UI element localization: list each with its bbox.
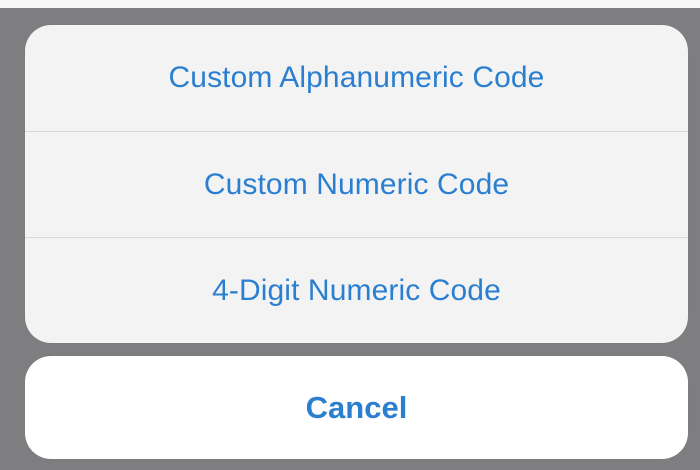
custom-alphanumeric-code-option[interactable]: Custom Alphanumeric Code xyxy=(25,25,688,131)
custom-numeric-code-option[interactable]: Custom Numeric Code xyxy=(25,131,688,237)
top-strip xyxy=(0,0,700,8)
screen: Custom Alphanumeric Code Custom Numeric … xyxy=(0,0,700,470)
cancel-label: Cancel xyxy=(305,390,408,425)
passcode-options-sheet: Custom Alphanumeric Code Custom Numeric … xyxy=(25,25,688,343)
four-digit-numeric-code-option[interactable]: 4-Digit Numeric Code xyxy=(25,237,688,343)
cancel-button[interactable]: Cancel xyxy=(25,356,688,459)
